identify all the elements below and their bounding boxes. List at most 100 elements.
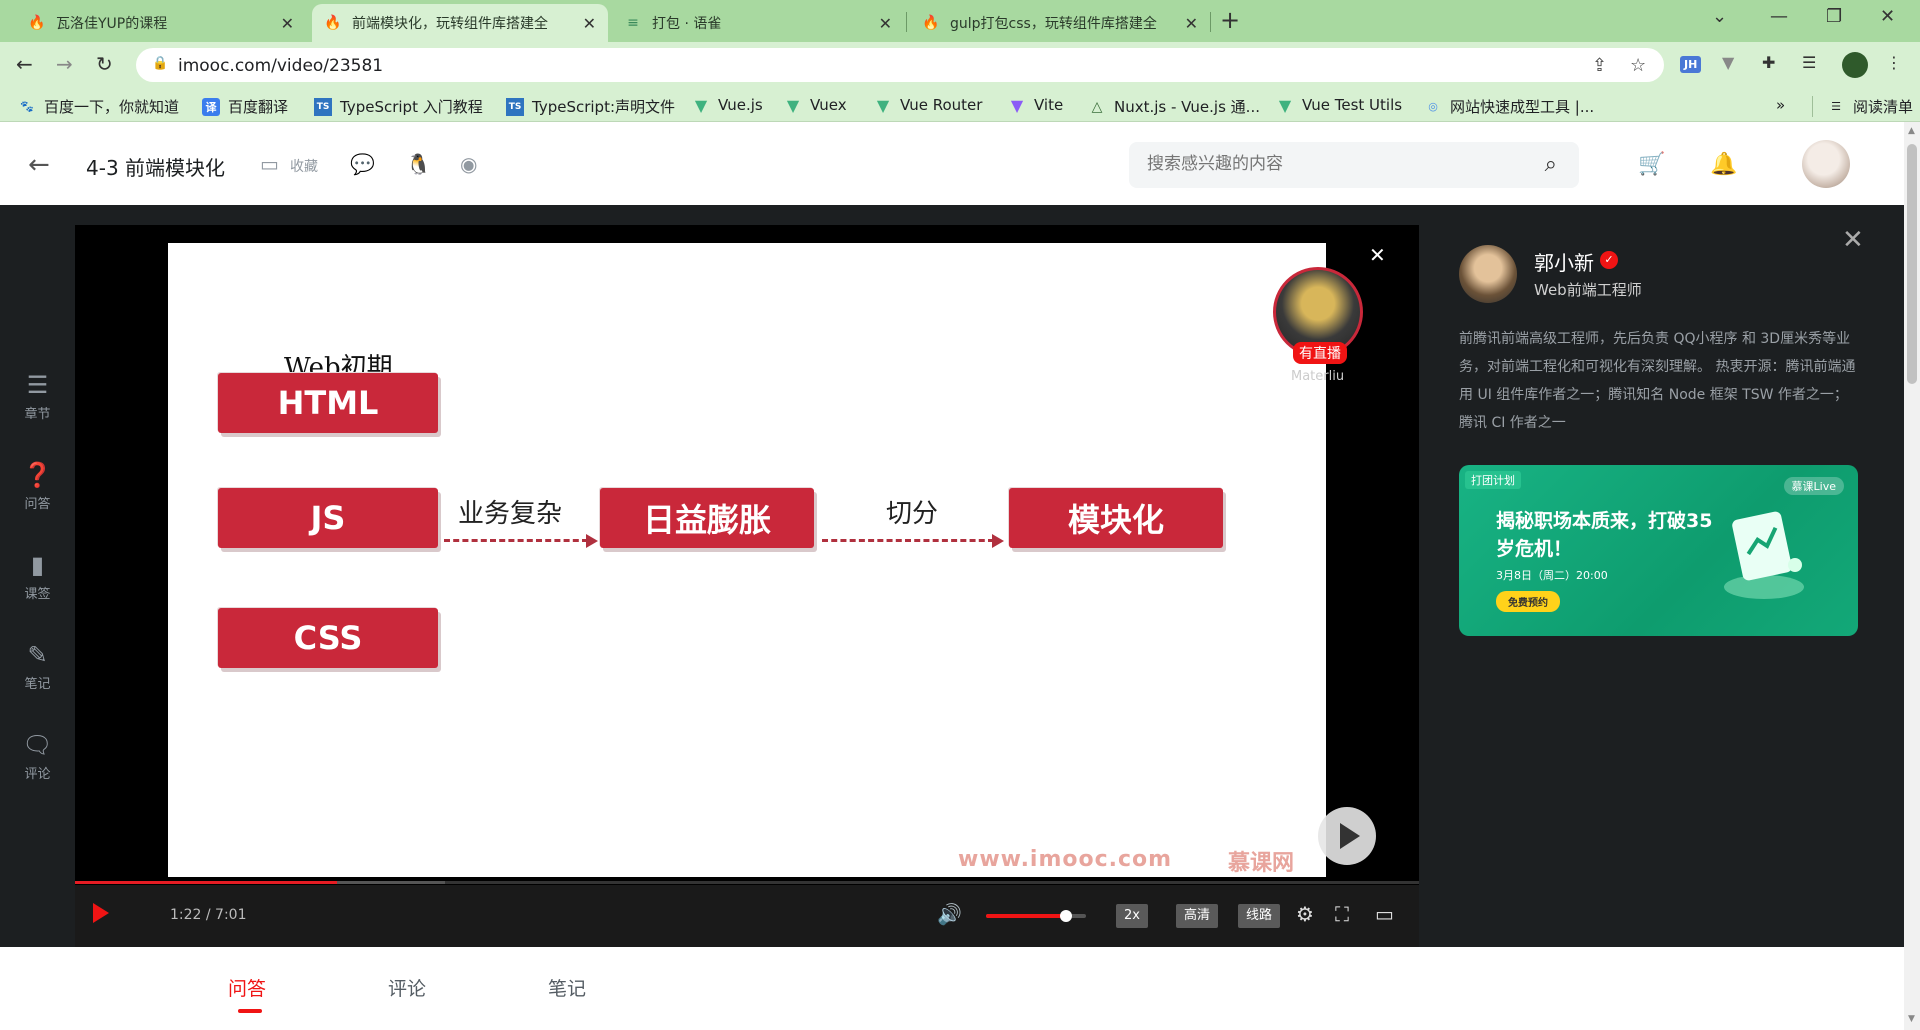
extensions-puzzle-icon[interactable]: ✚	[1762, 53, 1775, 72]
fullscreen-icon[interactable]: ⛶	[1335, 902, 1349, 926]
video-progress-bar[interactable]	[75, 881, 1419, 884]
promo-banner[interactable]: 打团计划 慕课Live 揭秘职场本质来，打破35岁危机！ 3月8日（周二）20:…	[1459, 465, 1858, 636]
watermark-brand: 慕课网	[1228, 851, 1295, 876]
media-queue-icon[interactable]: ☰	[1802, 53, 1816, 72]
qq-icon[interactable]: 🐧	[406, 152, 431, 176]
sidebar-item-bookmarks[interactable]: ▮ 课签	[0, 551, 75, 602]
tab-search-chevron-icon[interactable]: ⌄	[1712, 6, 1727, 27]
site-search[interactable]: ⌕	[1129, 142, 1579, 188]
settings-gear-icon[interactable]: ⚙	[1296, 902, 1314, 926]
volume-fill	[986, 914, 1066, 918]
bookmark-label: Vue Test Utils	[1302, 96, 1403, 114]
browser-menu-icon[interactable]: ⋮	[1886, 53, 1902, 72]
bookmark-item[interactable]: △ Nuxt.js - Vue.js 通...	[1088, 96, 1260, 117]
slide-box-js: JS	[218, 488, 438, 548]
vue-devtools-icon[interactable]: ▼	[1722, 53, 1734, 72]
minimize-icon[interactable]: —	[1770, 6, 1788, 27]
panel-close-icon[interactable]: ✕	[1842, 225, 1864, 255]
bookmark-item[interactable]: ▼ Vue Router	[874, 96, 983, 115]
arrow-head	[992, 534, 1004, 548]
scroll-up-arrow-icon[interactable]: ▲	[1908, 126, 1915, 136]
bookmark-item[interactable]: TS TypeScript:声明文件	[506, 96, 675, 117]
weibo-icon[interactable]: ◉	[460, 152, 477, 176]
bookmark-item[interactable]: TS TypeScript 入门教程	[314, 96, 483, 117]
reload-icon[interactable]: ↻	[96, 52, 113, 76]
favorite-label[interactable]: 收藏	[290, 156, 318, 176]
bookmark-item[interactable]: ▼ Vite	[1008, 96, 1063, 115]
sidebar-item-qa[interactable]: ❓ 问答	[0, 461, 75, 512]
typescript-icon: TS	[314, 97, 332, 116]
tab-close-icon[interactable]: ✕	[1185, 14, 1198, 33]
profile-avatar-icon[interactable]	[1842, 52, 1868, 78]
url-text[interactable]: imooc.com/video/23581	[178, 56, 383, 76]
bookmark-item[interactable]: 译 百度翻译	[202, 96, 288, 117]
bookmark-item[interactable]: 🐾 百度一下，你就知道	[18, 96, 179, 117]
share-icon[interactable]: ⇪	[1592, 55, 1607, 76]
forward-arrow-icon[interactable]: →	[56, 52, 73, 76]
tab-close-icon[interactable]: ✕	[281, 14, 294, 33]
teacher-avatar[interactable]	[1459, 245, 1517, 303]
reading-list-button[interactable]: ☰ 阅读清单	[1812, 96, 1913, 117]
back-arrow-icon[interactable]: ←	[16, 52, 33, 76]
address-bar[interactable]: 🔒 imooc.com/video/23581 ⇪ ☆	[136, 48, 1664, 82]
page-scrollbar[interactable]: ▲ ▼	[1904, 122, 1920, 1030]
sidebar-item-chapters[interactable]: ☰ 章节	[0, 371, 75, 422]
wechat-icon[interactable]: 💬	[350, 152, 375, 176]
tab-close-icon[interactable]: ✕	[583, 14, 596, 33]
bookmark-star-icon[interactable]: ☆	[1630, 55, 1646, 76]
quality-button[interactable]: 高清	[1176, 904, 1219, 928]
scroll-down-arrow-icon[interactable]: ▼	[1908, 1014, 1915, 1024]
lock-icon[interactable]: 🔒	[152, 56, 168, 71]
bookmark-item[interactable]: ◎ 网站快速成型工具 |...	[1424, 96, 1594, 117]
bookmark-label: 网站快速成型工具 |...	[1450, 98, 1595, 116]
search-input[interactable]	[1147, 154, 1507, 174]
sidebar-item-notes[interactable]: ✎ 笔记	[0, 641, 75, 692]
browser-tab-1[interactable]: 🔥 前端模块化，玩转组件库搭建全 ✕	[312, 4, 608, 42]
bookmark-item[interactable]: ▼ Vuex	[784, 96, 847, 115]
jh-extension-icon[interactable]: JH	[1680, 56, 1702, 73]
browser-tab-3[interactable]: 🔥 gulp打包css，玩转组件库搭建全 ✕	[910, 4, 1210, 42]
bookmarks-overflow-button[interactable]: »	[1776, 96, 1785, 114]
window-close-icon[interactable]: ✕	[1880, 6, 1895, 27]
tab-qa[interactable]: 问答	[228, 974, 266, 1001]
bookmark-item[interactable]: ▼ Vue.js	[692, 96, 763, 115]
tab-notes[interactable]: 笔记	[548, 974, 586, 1001]
favorite-icon[interactable]: ▭	[260, 152, 279, 176]
cart-icon[interactable]: 🛒	[1638, 152, 1665, 177]
scrollbar-thumb[interactable]	[1907, 144, 1917, 384]
new-tab-plus-icon[interactable]: +	[1220, 6, 1240, 34]
user-avatar[interactable]	[1802, 140, 1850, 188]
play-icon[interactable]	[93, 903, 109, 923]
speed-button[interactable]: 2x	[1116, 904, 1148, 928]
comment-icon: 🗨	[22, 731, 53, 759]
web-fullscreen-icon[interactable]: ▭	[1375, 902, 1394, 926]
video-stage: ☰ 章节 ❓ 问答 ▮ 课签 ✎ 笔记 🗨 评论 Web初期 HTML JS C…	[0, 205, 1904, 947]
imooc-flame-icon: 🔥	[922, 15, 940, 31]
route-button[interactable]: 线路	[1238, 904, 1281, 928]
video-player[interactable]: Web初期 HTML JS CSS 日益膨胀 模块化 业务复杂 切分 www.i…	[75, 225, 1419, 947]
nuxt-icon: △	[1091, 98, 1103, 115]
browser-tab-2[interactable]: ≡ 打包 · 语雀 ✕	[612, 4, 904, 42]
arrow-line	[444, 539, 588, 542]
player-controls: 1:22 / 7:01 🔊 2x 高清 线路 ⚙ ⛶ ▭	[75, 885, 1419, 947]
lesson-title: 4-3 前端模块化	[86, 156, 226, 180]
bookmark-item[interactable]: ▼ Vue Test Utils	[1276, 96, 1403, 115]
arrow-label: 切分	[886, 499, 939, 529]
volume-knob[interactable]	[1060, 910, 1072, 922]
big-play-button[interactable]	[1318, 807, 1376, 865]
teacher-name[interactable]: 郭小新	[1534, 247, 1594, 276]
tab-close-icon[interactable]: ✕	[879, 14, 892, 33]
volume-slider[interactable]	[986, 910, 1086, 922]
sidebar-item-comments[interactable]: 🗨 评论	[0, 731, 75, 782]
notification-bell-icon[interactable]: 🔔	[1710, 152, 1737, 177]
tab-label: 瓦洛佳YUP的课程	[56, 16, 168, 32]
restore-icon[interactable]: ❐	[1826, 6, 1842, 27]
live-popup-close-icon[interactable]: ✕	[1369, 243, 1386, 267]
tab-comments[interactable]: 评论	[388, 974, 426, 1001]
back-arrow-icon[interactable]: ←	[28, 150, 50, 180]
browser-tab-0[interactable]: 🔥 瓦洛佳YUP的课程 ✕	[16, 4, 306, 42]
search-icon[interactable]: ⌕	[1545, 152, 1557, 177]
volume-icon[interactable]: 🔊	[937, 902, 962, 926]
live-tag[interactable]: 有直播	[1293, 342, 1347, 364]
promo-reserve-button[interactable]: 免费预约	[1496, 591, 1560, 612]
